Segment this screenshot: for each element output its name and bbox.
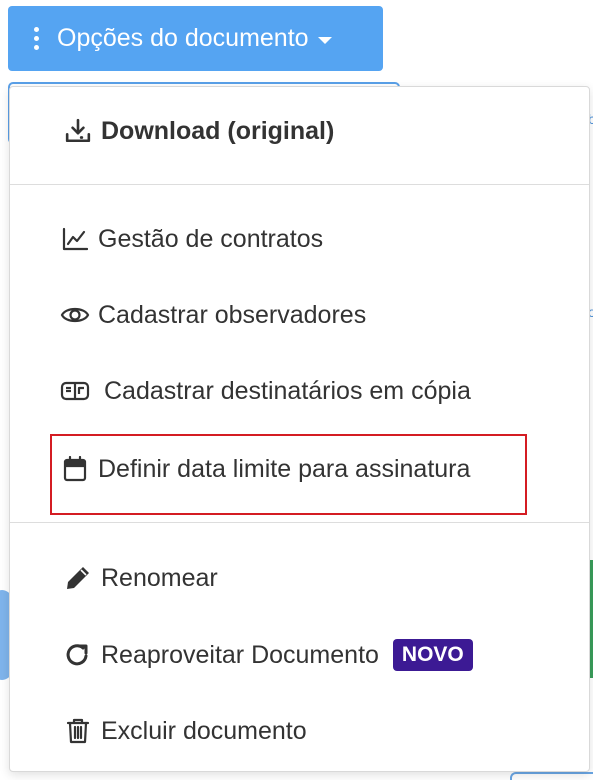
- menu-item-register-cc-recipients-label: Cadastrar destinatários em cópia: [104, 376, 471, 405]
- menu-item-contract-management-label: Gestão de contratos: [98, 224, 324, 253]
- new-badge: NOVO: [392, 639, 473, 671]
- menu-item-set-signature-deadline-label: Definir data limite para assinatura: [98, 454, 471, 483]
- menu-divider: [10, 184, 589, 185]
- menu-item-rename-label: Renomear: [101, 563, 218, 592]
- calendar-icon: [60, 454, 90, 484]
- menu-divider: [10, 522, 589, 523]
- background-border-fragment: [510, 772, 593, 780]
- line-chart-icon: [60, 224, 90, 254]
- menu-item-register-observers[interactable]: Cadastrar observadores: [10, 285, 589, 345]
- menu-item-download[interactable]: Download (original): [10, 101, 589, 161]
- caret-down-icon: [317, 36, 332, 44]
- document-options-button[interactable]: Opções do documento: [8, 6, 383, 71]
- menu-item-register-observers-label: Cadastrar observadores: [98, 300, 367, 329]
- vertical-ellipsis-icon: [34, 27, 39, 50]
- trash-icon: [63, 716, 93, 746]
- menu-item-delete-document[interactable]: Excluir documento: [10, 701, 589, 761]
- menu-item-register-cc-recipients[interactable]: Cadastrar destinatários em cópia: [10, 361, 589, 421]
- menu-item-delete-document-label: Excluir documento: [101, 716, 307, 745]
- menu-item-set-signature-deadline[interactable]: Definir data limite para assinatura: [10, 439, 589, 499]
- document-options-label: Opções do documento: [57, 24, 309, 52]
- menu-item-rename[interactable]: Renomear: [10, 548, 589, 608]
- menu-item-contract-management[interactable]: Gestão de contratos: [10, 209, 589, 269]
- menu-item-reuse-document[interactable]: Reaproveitar Documento NOVO: [10, 625, 589, 685]
- redo-icon: [63, 640, 93, 670]
- download-icon: [63, 116, 93, 146]
- pencil-icon: [63, 563, 93, 593]
- document-options-menu: Download (original) Gestão de contratos …: [9, 86, 590, 772]
- mailbox-icon: [60, 376, 90, 406]
- menu-item-download-label: Download (original): [101, 116, 335, 145]
- menu-item-reuse-document-label: Reaproveitar Documento: [101, 640, 379, 669]
- eye-icon: [60, 300, 90, 330]
